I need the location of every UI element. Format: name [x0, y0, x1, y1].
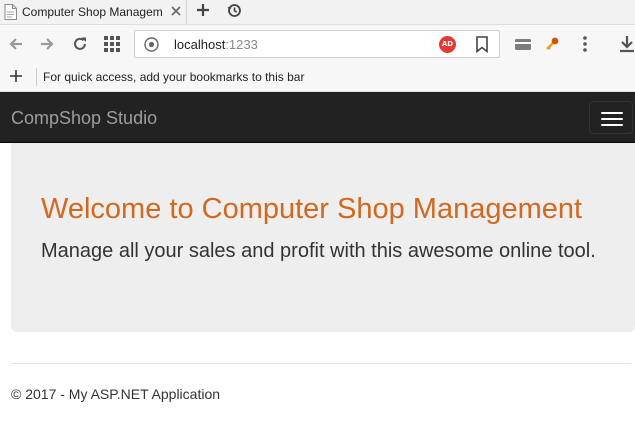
- plus-icon[interactable]: [195, 2, 211, 18]
- download-icon[interactable]: [617, 34, 635, 54]
- tab-title: Computer Shop Management: [22, 5, 162, 19]
- bookmarks-hint: For quick access, add your bookmarks to …: [43, 70, 305, 84]
- plus-icon[interactable]: [9, 69, 23, 83]
- history-icon[interactable]: [226, 2, 242, 18]
- url-host: localhost: [174, 37, 226, 52]
- toggle-bar: [601, 118, 623, 120]
- page-icon: [4, 4, 17, 20]
- menu-dots-icon[interactable]: [575, 34, 595, 54]
- card-icon[interactable]: [513, 34, 533, 54]
- divider: [36, 68, 37, 86]
- apps-grid-icon[interactable]: [103, 35, 121, 53]
- address-bar[interactable]: localhost:1233 AD: [134, 30, 500, 58]
- browser-toolbar: localhost:1233 AD: [0, 24, 635, 62]
- extension-key-icon[interactable]: [543, 34, 563, 54]
- divider: [11, 363, 631, 364]
- site-info-icon[interactable]: [144, 37, 159, 52]
- footer-text: © 2017 - My ASP.NET Application: [11, 386, 221, 402]
- url-port: :1233: [225, 37, 258, 52]
- toggle-bar: [601, 124, 623, 126]
- adblock-icon[interactable]: AD: [439, 36, 456, 53]
- forward-arrow-icon[interactable]: [38, 35, 56, 53]
- toggle-bar: [601, 112, 623, 114]
- hamburger-icon[interactable]: [589, 101, 633, 134]
- bookmarks-bar: For quick access, add your bookmarks to …: [0, 62, 635, 92]
- back-arrow-icon[interactable]: [7, 35, 25, 53]
- site-navbar: CompShop Studio: [0, 92, 635, 143]
- lead-text: Manage all your sales and profit with th…: [41, 240, 596, 262]
- refresh-icon[interactable]: [71, 35, 89, 53]
- page-title: Welcome to Computer Shop Management: [41, 193, 583, 225]
- bookmark-icon[interactable]: [475, 36, 489, 53]
- close-icon[interactable]: [169, 4, 183, 18]
- jumbotron: Welcome to Computer Shop Management Mana…: [11, 143, 635, 332]
- browser-tab-strip: Computer Shop Management: [0, 0, 635, 24]
- address-url[interactable]: localhost:1233: [174, 37, 258, 53]
- browser-tab[interactable]: Computer Shop Management: [0, 0, 187, 24]
- brand-link[interactable]: CompShop Studio: [11, 107, 157, 129]
